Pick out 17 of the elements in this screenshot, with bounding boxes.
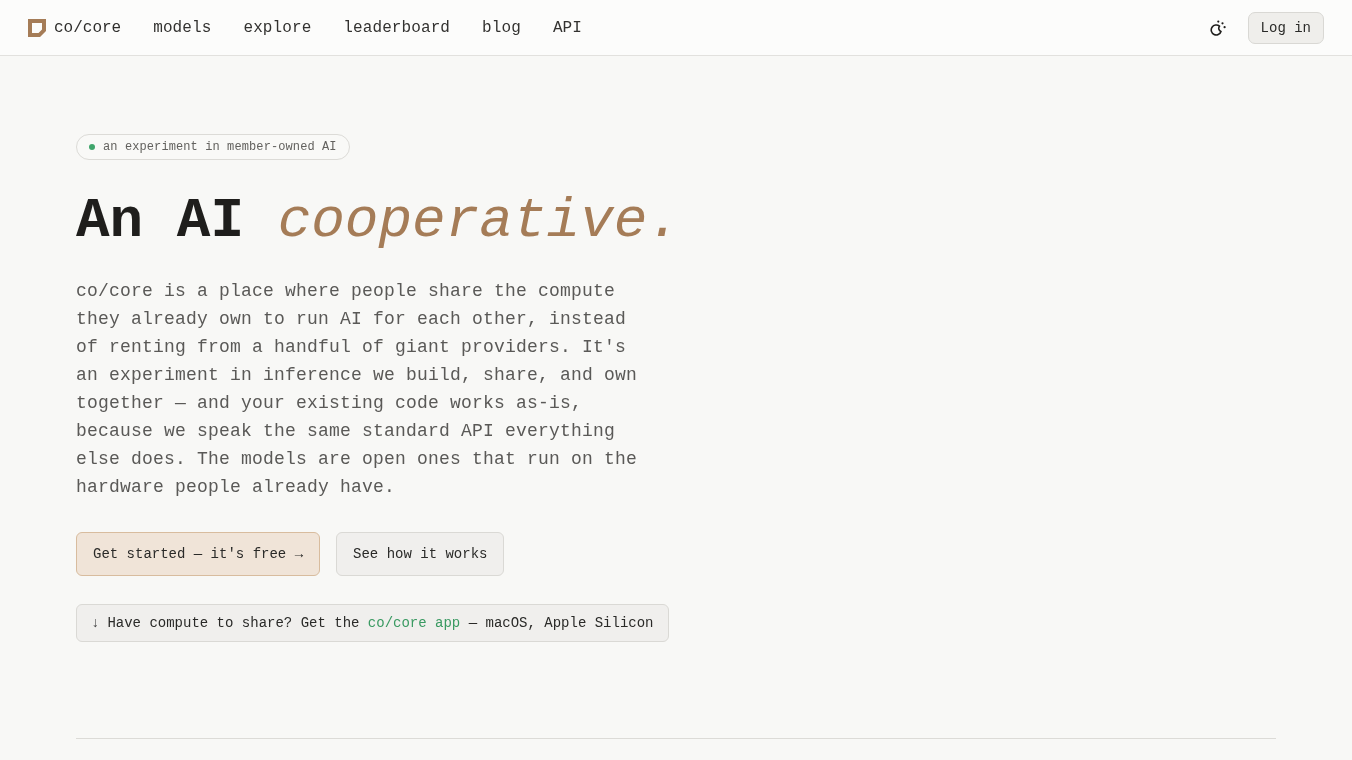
login-button[interactable]: Log in — [1247, 11, 1324, 44]
nav-link[interactable]: leaderboard — [343, 18, 451, 37]
nav-link[interactable]: explore — [243, 18, 312, 37]
status-dot-icon — [89, 144, 95, 150]
down-arrow-icon: ↓ — [91, 615, 100, 631]
logo-icon — [28, 18, 46, 37]
nav-link[interactable]: API — [552, 18, 582, 37]
description-paragraph: co/core is a place where people share the compute they already own to run AI for each other, instead of renting from a handful of giant providers. It's an experiment in inference we build, share, and own together — and your existing code works as-is, because we speak the same standard API everything else does. The models are open ones that run on the hardware people already have. — [76, 280, 639, 499]
nav-link[interactable]: models — [153, 18, 212, 37]
sun-moon-icon[interactable] — [1209, 19, 1226, 36]
download-text: Have compute to share? Get the co/core app — macOS, Apple Silicon — [107, 615, 654, 631]
headline: An AI cooperative. — [76, 189, 681, 253]
get-started-button[interactable]: Get started — it's free → — [76, 532, 321, 576]
nav-link[interactable]: blog — [482, 18, 521, 37]
logo-link[interactable]: co/core — [54, 18, 122, 37]
tagline-text: an experiment in member-owned AI — [103, 140, 337, 154]
how-it-works-button[interactable]: See how it works — [336, 532, 505, 576]
